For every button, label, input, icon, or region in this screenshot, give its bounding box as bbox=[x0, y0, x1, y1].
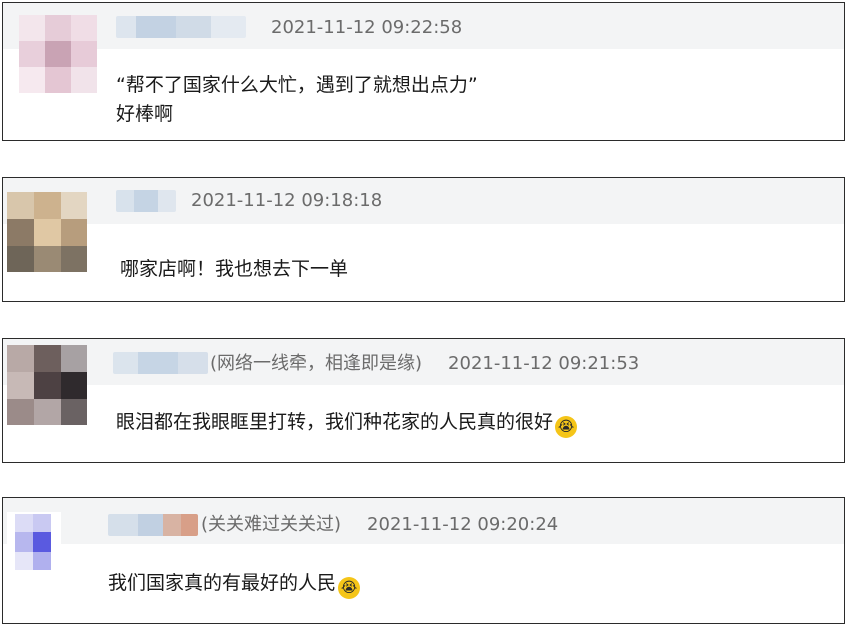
comment-card: (网络一线牵，相逢即是缘) 2021-11-12 09:21:53 眼泪都在我眼眶… bbox=[2, 338, 845, 463]
comment-timestamp: 2021-11-12 09:18:18 bbox=[191, 190, 383, 211]
comment-card: 2021-11-12 09:18:18 哪家店啊！我也想去下一单 bbox=[2, 177, 845, 302]
comment-line: 我们国家真的有最好的人民 bbox=[108, 572, 337, 594]
comment-text: 眼泪都在我眼眶里打转，我们种花家的人民真的很好 😭 bbox=[116, 408, 578, 438]
comment-timestamp: 2021-11-12 09:22:58 bbox=[271, 17, 463, 38]
comment-card: (关关难过关关过) 2021-11-12 09:20:24 我们国家真的有最好的人… bbox=[2, 497, 845, 624]
comment-meta: (关关难过关关过) 2021-11-12 09:20:24 bbox=[201, 514, 558, 536]
comment-text: 哪家店啊！我也想去下一单 bbox=[120, 255, 348, 284]
comment-meta: (网络一线牵，相逢即是缘) 2021-11-12 09:21:53 bbox=[210, 353, 639, 375]
avatar[interactable] bbox=[7, 345, 87, 425]
comment-text: 我们国家真的有最好的人民 😭 bbox=[108, 569, 361, 599]
comment-line: 哪家店啊！我也想去下一单 bbox=[120, 258, 349, 280]
avatar[interactable] bbox=[7, 192, 87, 272]
loudly-crying-face-icon: 😭 bbox=[555, 416, 578, 438]
comment-line: “帮不了国家什么大忙，遇到了就想出点力” bbox=[116, 74, 478, 96]
loudly-crying-face-icon: 😭 bbox=[338, 577, 361, 599]
comment-line: 眼泪都在我眼眶里打转，我们种花家的人民真的很好 bbox=[116, 411, 554, 433]
comment-text: “帮不了国家什么大忙，遇到了就想出点力” 好棒啊 bbox=[116, 71, 478, 129]
comment-line: 好棒啊 bbox=[116, 103, 174, 125]
comment-card: 2021-11-12 09:22:58 “帮不了国家什么大忙，遇到了就想出点力”… bbox=[2, 2, 845, 141]
comment-handle: (网络一线牵，相逢即是缘) bbox=[210, 353, 423, 374]
comment-handle: (关关难过关关过) bbox=[201, 514, 342, 535]
username-blurred[interactable] bbox=[116, 16, 246, 38]
avatar[interactable] bbox=[7, 512, 61, 574]
comment-timestamp: 2021-11-12 09:21:53 bbox=[448, 353, 640, 374]
comment-meta: 2021-11-12 09:18:18 bbox=[191, 190, 382, 212]
username-blurred[interactable] bbox=[108, 514, 198, 536]
avatar[interactable] bbox=[19, 15, 97, 93]
username-blurred[interactable] bbox=[113, 352, 208, 374]
comment-timestamp: 2021-11-12 09:20:24 bbox=[367, 514, 559, 535]
username-blurred[interactable] bbox=[116, 190, 176, 212]
comment-meta: 2021-11-12 09:22:58 bbox=[271, 17, 462, 39]
